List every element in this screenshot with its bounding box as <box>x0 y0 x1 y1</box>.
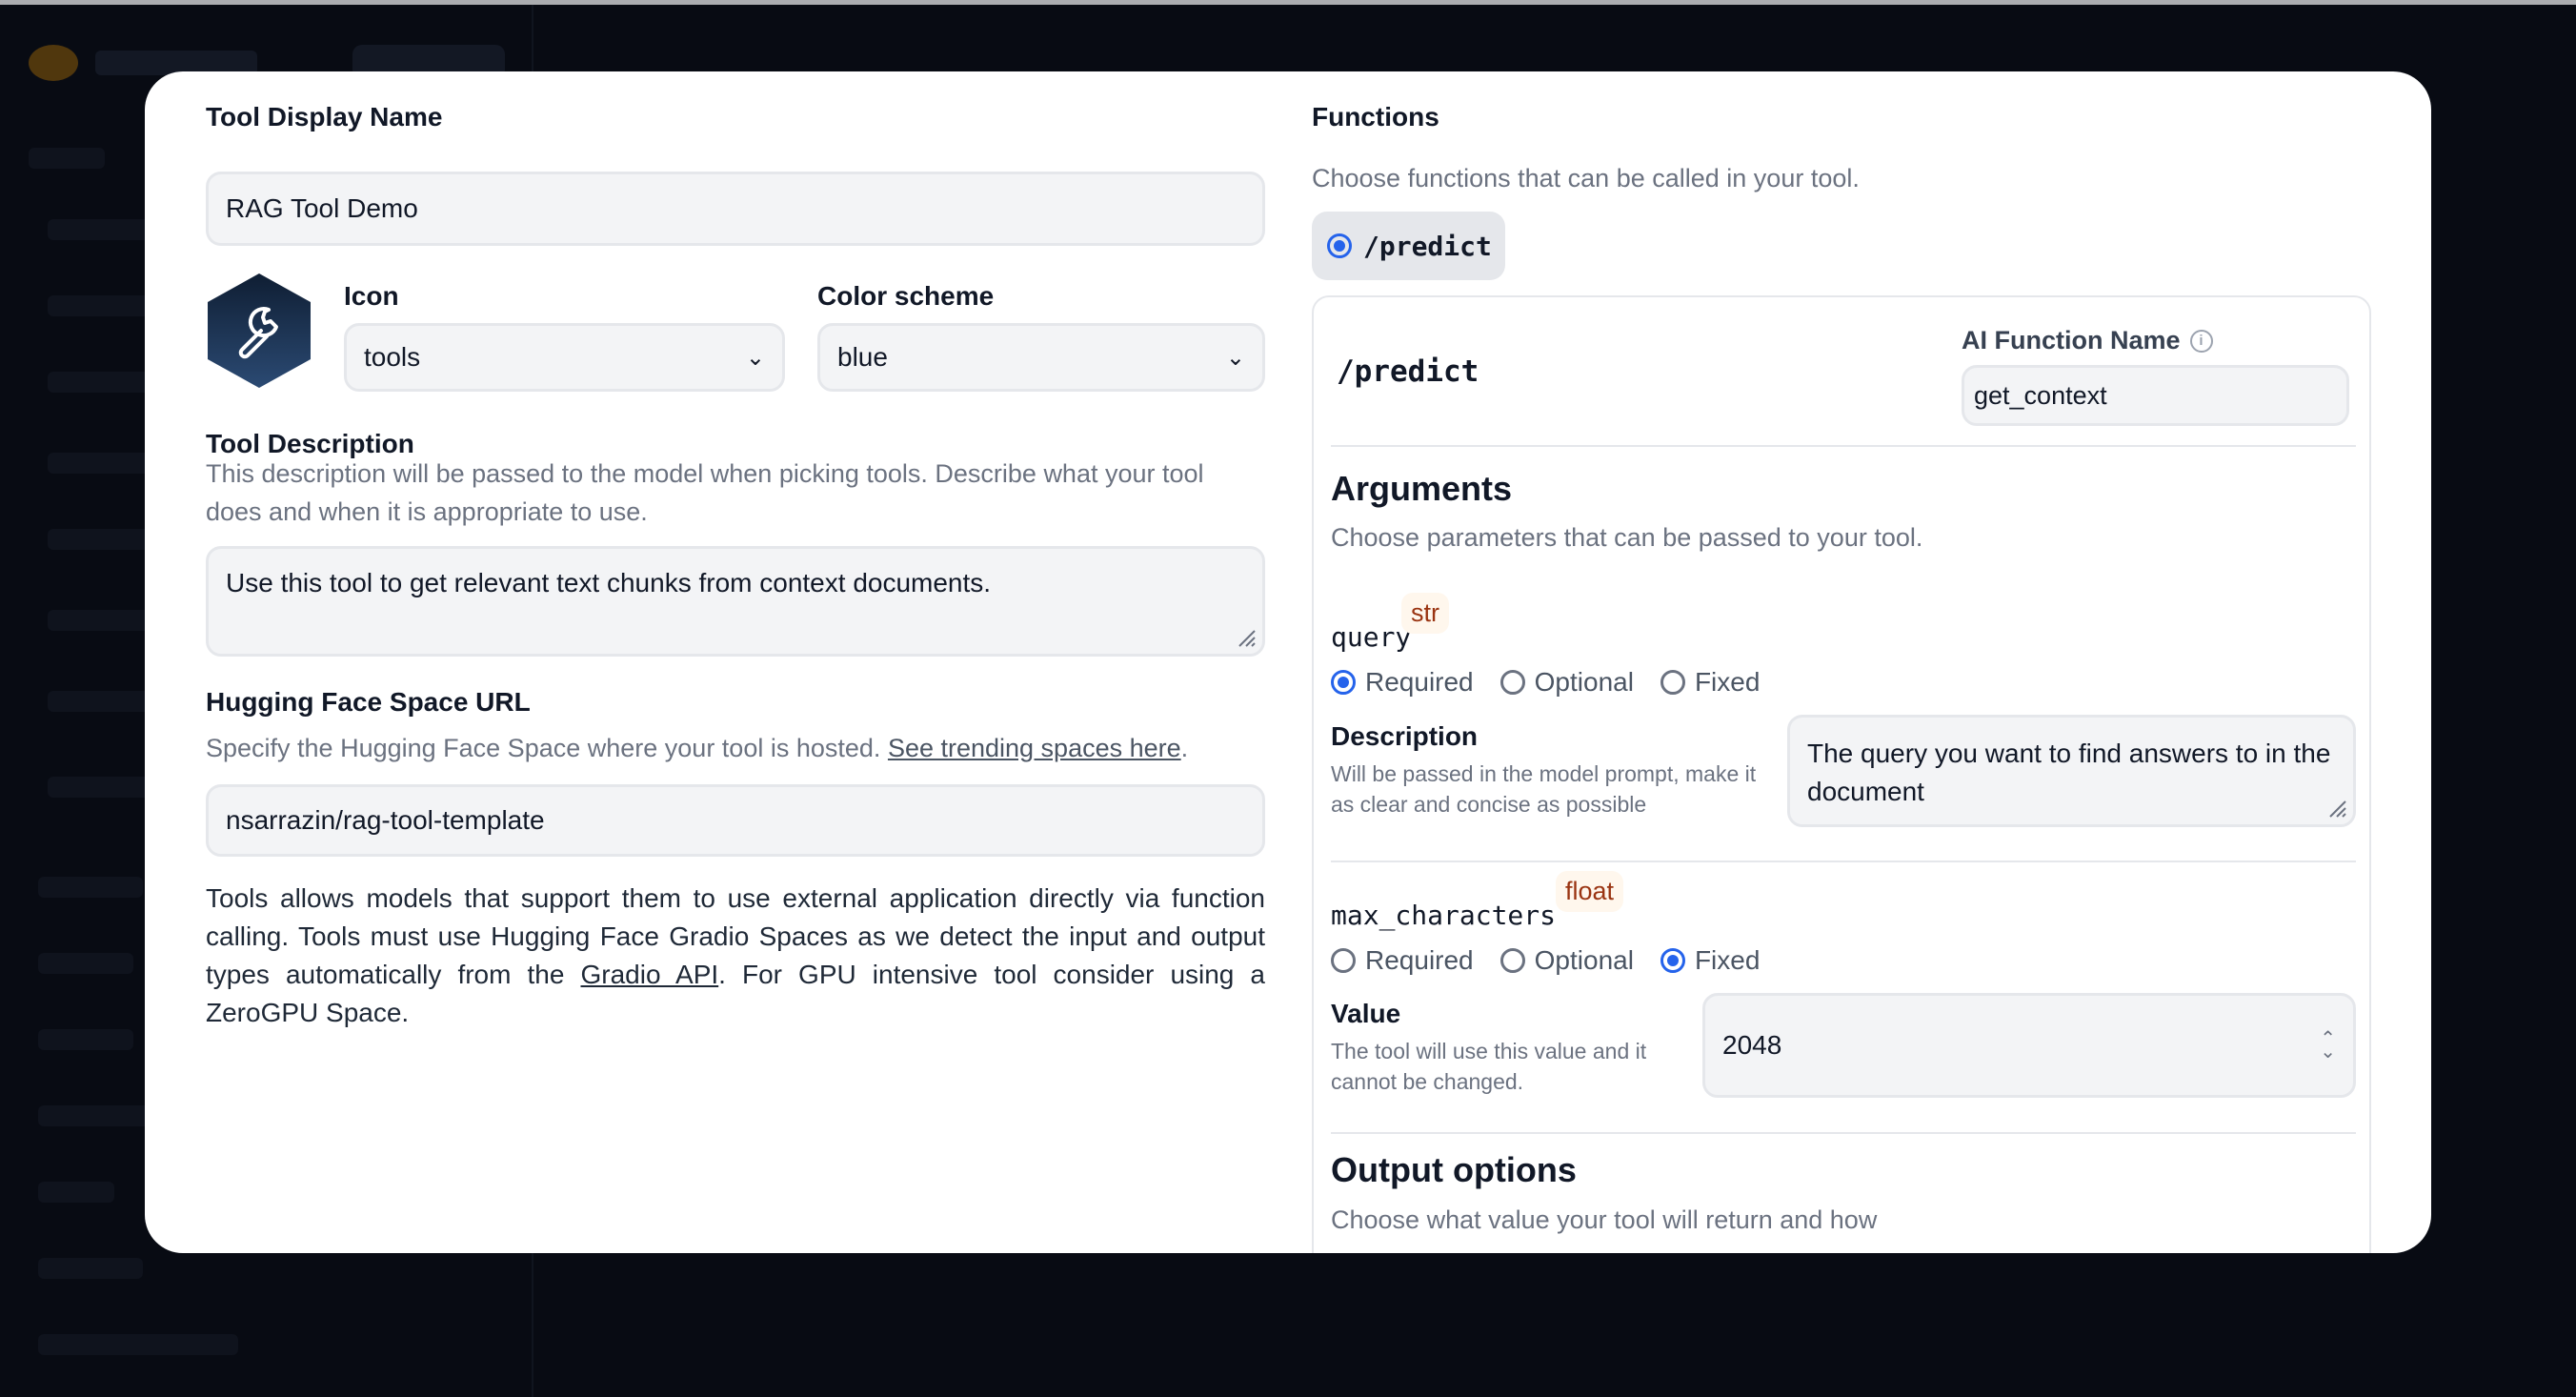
param-mode-radio-group: Required Optional Fixed <box>1331 667 1777 698</box>
wrench-icon <box>208 273 311 388</box>
functions-label: Functions <box>1312 102 1439 132</box>
radio-button[interactable] <box>1331 670 1356 695</box>
tool-editor-modal: Tool Display Name RAG Tool Demo Icon too… <box>145 71 2431 1253</box>
output-options-hint: Choose what value your tool will return … <box>1331 1205 1878 1234</box>
tool-display-name-label: Tool Display Name <box>206 102 443 132</box>
arguments-title: Arguments <box>1331 469 1513 508</box>
radio-optional[interactable]: Optional <box>1499 667 1634 698</box>
divider <box>1331 445 2356 447</box>
divider <box>1331 860 2356 862</box>
gradio-api-link[interactable]: Gradio API <box>580 960 718 989</box>
radio-label: Required <box>1365 945 1474 975</box>
resize-handle-icon[interactable] <box>2326 798 2347 819</box>
hf-space-url-label: Hugging Face Space URL <box>206 687 531 717</box>
radio-fixed[interactable]: Fixed <box>1660 945 1760 976</box>
resize-handle-icon[interactable] <box>1236 627 1257 648</box>
icon-select-value: tools <box>364 342 421 372</box>
arguments-hint: Choose parameters that can be passed to … <box>1331 523 1923 552</box>
hf-hint-end: . <box>1180 734 1189 762</box>
param-value: 2048 <box>1722 1030 1782 1060</box>
param-type-badge: float <box>1556 871 1624 912</box>
radio-button[interactable] <box>1660 948 1685 973</box>
ai-function-name-value: get_context <box>1974 380 2107 410</box>
function-option-predict[interactable]: /predict <box>1312 212 1505 280</box>
radio-button[interactable] <box>1499 670 1525 695</box>
radio-label: Fixed <box>1694 667 1761 697</box>
divider <box>1331 1132 2356 1134</box>
function-radio[interactable] <box>1327 233 1352 258</box>
param-name-max-characters: max_characters <box>1331 900 1557 931</box>
function-card: /predict AI Function Name i get_context … <box>1312 295 2371 1253</box>
color-scheme-select[interactable]: blue ⌄ <box>817 323 1265 392</box>
hf-space-url-value: nsarrazin/rag-tool-template <box>226 805 545 835</box>
ai-function-name-input[interactable]: get_context <box>1962 365 2349 426</box>
radio-required[interactable]: Required <box>1331 667 1474 698</box>
hf-space-url-hint: Specify the Hugging Face Space where you… <box>206 729 1265 767</box>
tools-info-paragraph: Tools allows models that support them to… <box>206 880 1265 1032</box>
tool-description-textarea[interactable]: Use this tool to get relevant text chunk… <box>206 546 1265 657</box>
param-description-label: Description <box>1331 721 1479 751</box>
tool-display-name-input[interactable]: RAG Tool Demo <box>206 172 1265 246</box>
chevron-down-icon: ⌄ <box>1225 344 1245 371</box>
tool-display-name-value: RAG Tool Demo <box>226 193 418 223</box>
radio-optional[interactable]: Optional <box>1499 945 1634 976</box>
tool-description-hint: This description will be passed to the m… <box>206 459 1204 526</box>
tool-description-value: Use this tool to get relevant text chunk… <box>226 568 992 597</box>
info-icon[interactable]: i <box>2189 329 2213 353</box>
param-mode-radio-group: Required Optional Fixed <box>1331 945 1777 976</box>
ai-function-name-label-text: AI Function Name <box>1962 326 2181 354</box>
radio-button[interactable] <box>1660 670 1685 695</box>
param-description-textarea[interactable]: The query you want to find answers to in… <box>1787 715 2356 827</box>
radio-label: Required <box>1365 667 1474 697</box>
radio-label: Fixed <box>1694 945 1761 975</box>
color-scheme-value: blue <box>837 342 888 372</box>
param-value-number-input[interactable]: 2048 ⌃ ⌄ <box>1702 993 2356 1098</box>
function-option-label: /predict <box>1363 230 1492 262</box>
trending-spaces-link[interactable]: See trending spaces here <box>888 734 1181 762</box>
param-name-query: query <box>1331 621 1412 653</box>
param-value-label: Value <box>1331 999 1401 1028</box>
number-stepper-icon[interactable]: ⌃ ⌄ <box>2320 1029 2336 1062</box>
radio-fixed[interactable]: Fixed <box>1660 667 1760 698</box>
chevron-down-icon: ⌄ <box>745 344 765 371</box>
hf-space-url-input[interactable]: nsarrazin/rag-tool-template <box>206 784 1265 857</box>
function-card-title: /predict <box>1337 354 1479 389</box>
icon-select[interactable]: tools ⌄ <box>344 323 785 392</box>
radio-label: Optional <box>1534 667 1634 697</box>
radio-required[interactable]: Required <box>1331 945 1474 976</box>
param-type-badge: str <box>1401 593 1449 634</box>
color-scheme-label: Color scheme <box>817 281 995 311</box>
param-description-value: The query you want to find answers to in… <box>1807 739 2331 806</box>
radio-button[interactable] <box>1499 948 1525 973</box>
functions-hint: Choose functions that can be called in y… <box>1312 164 1860 192</box>
hf-hint-text: Specify the Hugging Face Space where you… <box>206 734 881 762</box>
icon-label: Icon <box>344 281 399 311</box>
param-description-hint: Will be passed in the model prompt, make… <box>1331 761 1757 817</box>
output-options-title: Output options <box>1331 1150 1577 1189</box>
radio-label: Optional <box>1534 945 1634 975</box>
radio-button[interactable] <box>1331 948 1356 973</box>
param-value-hint: The tool will use this value and it cann… <box>1331 1039 1647 1094</box>
ai-function-name-label: AI Function Name i <box>1962 326 2213 355</box>
